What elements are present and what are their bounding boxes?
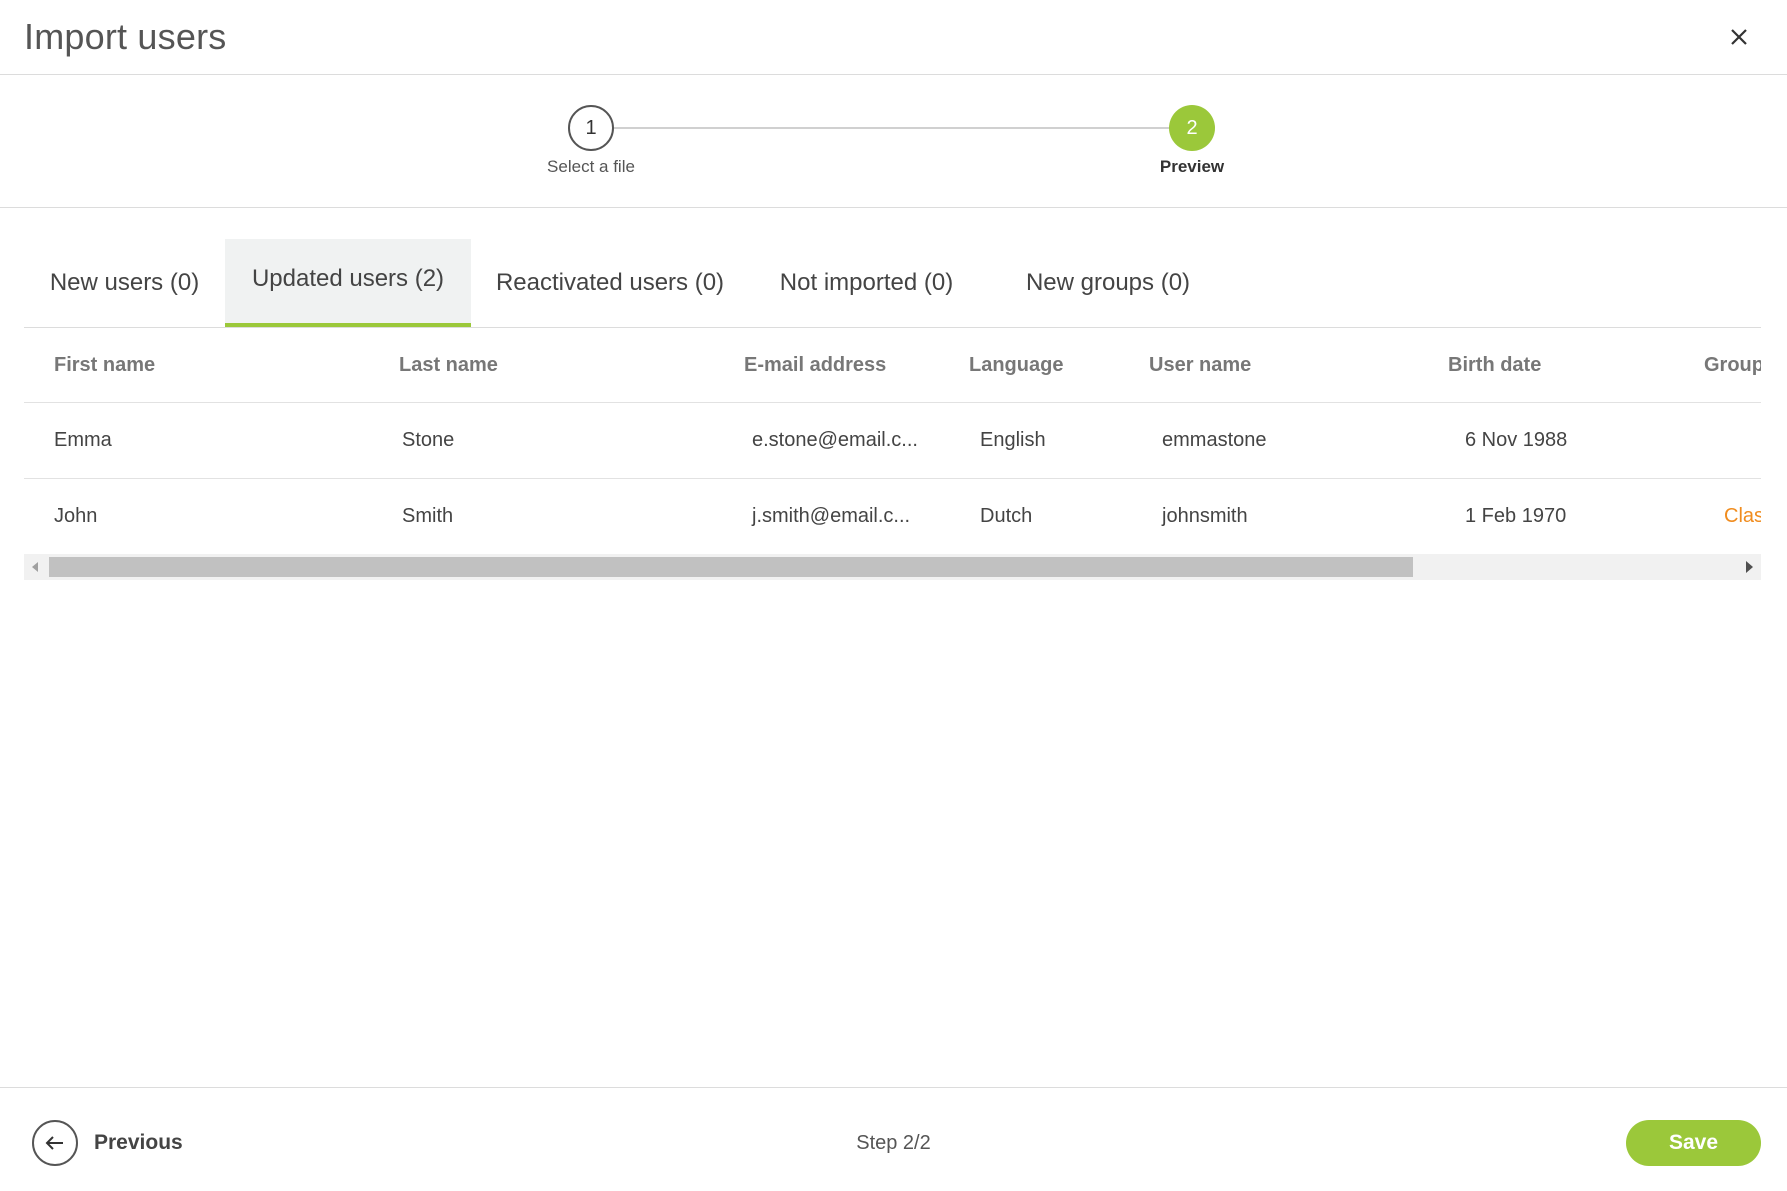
tab-updated-users[interactable]: Updated users (2) <box>225 239 471 327</box>
scroll-right-arrow-icon[interactable] <box>1746 561 1753 573</box>
cell-user-name: johnsmith <box>1162 505 1248 527</box>
close-button[interactable] <box>1722 20 1756 54</box>
column-header-group[interactable]: Group <box>1704 354 1761 377</box>
table-header-row: First name Last name E-mail address Lang… <box>24 328 1761 403</box>
step-2-label: Preview <box>1159 157 1225 176</box>
tab-bar: New users (0) Updated users (2) Reactiva… <box>24 239 1761 328</box>
stepper: 1 Select a file 2 Preview <box>0 75 1787 208</box>
close-icon <box>1731 29 1747 45</box>
step-1-label: Select a file <box>547 157 635 176</box>
dialog-footer: Previous Step 2/2 Save <box>0 1087 1787 1191</box>
cell-language: Dutch <box>980 505 1033 527</box>
cell-group[interactable]: Clas <box>1724 505 1761 528</box>
dialog-header: Import users <box>0 0 1787 75</box>
cell-first-name: John <box>54 505 98 527</box>
dialog-title: Import users <box>24 16 227 57</box>
cell-last-name: Stone <box>402 429 455 451</box>
column-header-last-name[interactable]: Last name <box>399 354 498 377</box>
column-header-language[interactable]: Language <box>969 354 1063 377</box>
tab-reactivated-users[interactable]: Reactivated users (0) <box>471 239 749 327</box>
cell-last-name: Smith <box>402 505 454 527</box>
save-button[interactable]: Save <box>1626 1120 1761 1166</box>
cell-email: j.smith@email.c... <box>752 505 911 527</box>
tab-new-groups[interactable]: New groups (0) <box>984 239 1232 327</box>
cell-email: e.stone@email.c... <box>752 429 918 451</box>
cell-language: English <box>980 429 1046 451</box>
table-row: Emma Stone e.stone@email.c... English em… <box>24 403 1761 479</box>
step-counter: Step 2/2 <box>856 1132 931 1154</box>
cell-birth-date: 6 Nov 1988 <box>1465 429 1568 451</box>
scrollbar-thumb[interactable] <box>49 557 1413 577</box>
column-header-first-name[interactable]: First name <box>54 354 155 377</box>
cell-user-name: emmastone <box>1162 429 1267 451</box>
scroll-left-arrow-icon[interactable] <box>32 562 38 572</box>
stepper-connector <box>613 127 1171 129</box>
table-row: John Smith j.smith@email.c... Dutch john… <box>24 479 1761 555</box>
column-header-user-name[interactable]: User name <box>1149 354 1251 377</box>
step-1-indicator[interactable]: 1 <box>568 105 614 151</box>
column-header-email[interactable]: E-mail address <box>744 354 886 377</box>
cell-birth-date: 1 Feb 1970 <box>1465 505 1567 527</box>
step-2-indicator: 2 <box>1169 105 1215 151</box>
cell-first-name: Emma <box>54 429 112 451</box>
users-table: First name Last name E-mail address Lang… <box>24 328 1761 580</box>
horizontal-scrollbar[interactable] <box>24 554 1761 580</box>
column-header-birth-date[interactable]: Birth date <box>1448 354 1541 377</box>
tab-not-imported[interactable]: Not imported (0) <box>749 239 984 327</box>
tab-new-users[interactable]: New users (0) <box>24 239 225 327</box>
